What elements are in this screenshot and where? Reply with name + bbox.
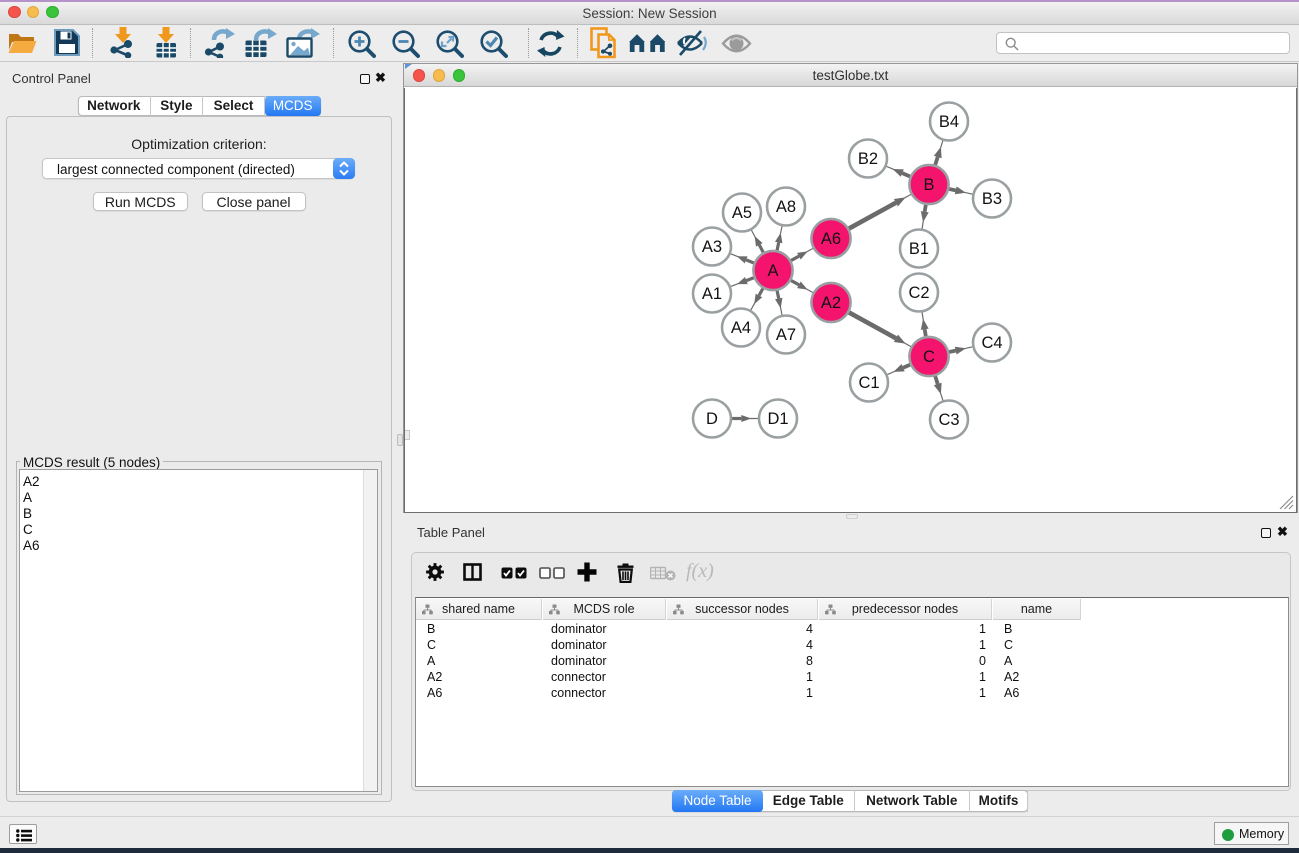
svg-text:B3: B3 [981, 190, 1001, 208]
svg-text:A4: A4 [730, 319, 750, 337]
svg-text:A3: A3 [701, 238, 721, 256]
svg-text:A2: A2 [820, 294, 840, 312]
svg-text:C3: C3 [938, 411, 959, 429]
svg-text:C: C [923, 348, 935, 366]
svg-text:A6: A6 [820, 230, 840, 248]
svg-text:C1: C1 [858, 374, 879, 392]
svg-text:C4: C4 [981, 334, 1002, 352]
svg-text:B1: B1 [908, 240, 928, 258]
svg-text:D: D [706, 410, 718, 428]
svg-text:B4: B4 [938, 113, 958, 131]
svg-text:B2: B2 [857, 150, 877, 168]
svg-text:C2: C2 [908, 284, 929, 302]
svg-text:A1: A1 [701, 285, 721, 303]
svg-text:A5: A5 [731, 204, 751, 222]
svg-text:A: A [767, 262, 778, 280]
svg-text:A8: A8 [775, 198, 795, 216]
svg-text:D1: D1 [767, 410, 788, 428]
svg-text:A7: A7 [775, 326, 795, 344]
svg-text:B: B [923, 176, 934, 194]
